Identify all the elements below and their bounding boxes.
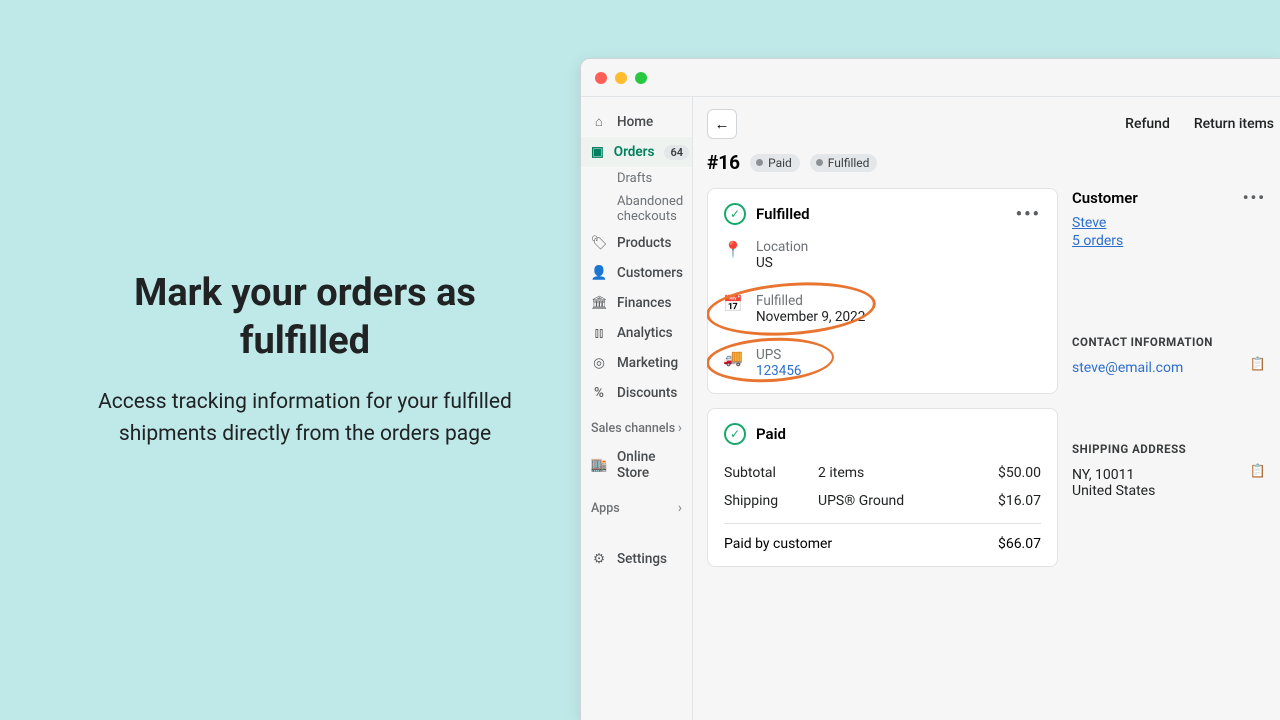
- order-number: #16: [707, 151, 740, 174]
- return-items-button[interactable]: Return items: [1188, 112, 1280, 136]
- location-value: US: [756, 255, 808, 271]
- carrier-label: UPS: [756, 347, 802, 363]
- marketing-headline: Mark your orders as fulfilled: [90, 270, 520, 365]
- nav-drafts[interactable]: Drafts: [581, 167, 692, 190]
- arrow-left-icon: ←: [715, 115, 730, 133]
- target-icon: ◎: [591, 355, 607, 371]
- fulfilled-pill: Fulfilled: [810, 154, 878, 172]
- apps-label: Apps: [591, 501, 620, 516]
- main-content: ← Refund Return items #16 Paid Fulfilled…: [693, 97, 1280, 720]
- percent-icon: %: [591, 385, 607, 401]
- orders-icon: ▣: [591, 144, 604, 160]
- subtotal-qty: 2 items: [818, 465, 998, 481]
- nav-discounts[interactable]: % Discounts: [581, 378, 692, 408]
- pin-icon: 📍: [724, 240, 742, 259]
- nav-marketing-label: Marketing: [617, 355, 678, 371]
- customer-email-link[interactable]: steve@email.com: [1072, 360, 1183, 376]
- paid-title: Paid: [756, 425, 786, 443]
- shipping-label: Shipping: [724, 493, 818, 509]
- nav-home[interactable]: ⌂ Home: [581, 107, 692, 137]
- back-button[interactable]: ←: [707, 109, 737, 139]
- sales-channels-label: Sales channels: [591, 421, 675, 436]
- shipping-addr-line1: NY, 10011: [1072, 467, 1134, 483]
- shipping-address-label: SHIPPING ADDRESS: [1072, 442, 1266, 456]
- clipboard-icon[interactable]: 📋: [1250, 464, 1266, 479]
- truck-icon: 🚚: [724, 348, 742, 367]
- paid-pill: Paid: [750, 154, 800, 172]
- nav-orders[interactable]: ▣ Orders 64: [581, 137, 692, 167]
- store-icon: 🏬: [591, 457, 607, 473]
- user-icon: 👤: [591, 265, 607, 281]
- tag-icon: 🏷: [591, 235, 607, 251]
- nav-analytics-label: Analytics: [617, 325, 673, 341]
- chart-icon: ⫾⫾: [591, 325, 607, 341]
- nav-home-label: Home: [617, 114, 653, 130]
- paid-by-label: Paid by customer: [724, 536, 832, 552]
- sidebar: ⌂ Home ▣ Orders 64 Drafts Abandoned checkou…: [581, 97, 693, 720]
- customer-orders-link[interactable]: 5 orders: [1072, 233, 1266, 249]
- nav-customers[interactable]: 👤 Customers: [581, 258, 692, 288]
- nav-analytics[interactable]: ⫾⫾ Analytics: [581, 318, 692, 348]
- nav-settings[interactable]: ⚙ Settings: [581, 544, 692, 574]
- location-label: Location: [756, 239, 808, 255]
- customer-name-link[interactable]: Steve: [1072, 215, 1266, 231]
- check-circle-icon: ✓: [724, 423, 746, 445]
- customer-more-button[interactable]: •••: [1243, 188, 1266, 207]
- nav-finances[interactable]: 🏛 Finances: [581, 288, 692, 318]
- apps-header[interactable]: Apps ›: [581, 488, 692, 522]
- nav-customers-label: Customers: [617, 265, 683, 281]
- app-window: ⌂ Home ▣ Orders 64 Drafts Abandoned checkou…: [580, 58, 1280, 720]
- clipboard-icon[interactable]: 📋: [1250, 357, 1266, 372]
- nav-discounts-label: Discounts: [617, 385, 677, 401]
- fulfilled-card: ✓ Fulfilled ••• 📍 Location US: [707, 188, 1058, 394]
- orders-badge: 64: [664, 145, 689, 160]
- nav-orders-label: Orders: [614, 144, 655, 160]
- nav-products-label: Products: [617, 235, 671, 251]
- contact-info-label: CONTACT INFORMATION: [1072, 335, 1266, 349]
- marketing-sub: Access tracking information for your ful…: [90, 387, 520, 450]
- chevron-right-icon: ›: [678, 500, 682, 516]
- paid-card: ✓ Paid Subtotal 2 items $50.00 Shipping: [707, 408, 1058, 567]
- sales-channels-header[interactable]: Sales channels›: [581, 408, 692, 442]
- fulfilled-date-value: November 9, 2022: [756, 309, 865, 325]
- card-more-button[interactable]: •••: [1016, 204, 1041, 225]
- nav-online-store[interactable]: 🏬 Online Store: [581, 442, 692, 488]
- tracking-link[interactable]: 123456: [756, 363, 802, 379]
- minimize-dot-icon[interactable]: [615, 72, 627, 84]
- nav-settings-label: Settings: [617, 551, 667, 567]
- nav-finances-label: Finances: [617, 295, 671, 311]
- close-dot-icon[interactable]: [595, 72, 607, 84]
- refund-button[interactable]: Refund: [1119, 112, 1176, 136]
- subtotal-label: Subtotal: [724, 465, 818, 481]
- gear-icon: ⚙: [591, 551, 607, 567]
- check-circle-icon: ✓: [724, 203, 746, 225]
- zoom-dot-icon[interactable]: [635, 72, 647, 84]
- nav-abandoned[interactable]: Abandoned checkouts: [581, 190, 692, 228]
- nav-online-store-label: Online Store: [617, 449, 682, 481]
- subtotal-amount: $50.00: [998, 465, 1041, 481]
- fulfilled-title: Fulfilled: [756, 205, 810, 223]
- mac-titlebar: [581, 59, 1280, 97]
- shipping-addr-line2: United States: [1072, 483, 1266, 499]
- chevron-right-icon: ›: [678, 420, 682, 436]
- shipping-method: UPS® Ground: [818, 493, 998, 509]
- fulfilled-date-label: Fulfilled: [756, 293, 865, 309]
- customer-title: Customer: [1072, 189, 1138, 207]
- shipping-amount: $16.07: [998, 493, 1041, 509]
- home-icon: ⌂: [591, 114, 607, 130]
- bank-icon: 🏛: [591, 295, 607, 311]
- calendar-icon: 📅: [724, 294, 742, 313]
- nav-products[interactable]: 🏷 Products: [581, 228, 692, 258]
- nav-marketing[interactable]: ◎ Marketing: [581, 348, 692, 378]
- total-amount: $66.07: [998, 536, 1041, 552]
